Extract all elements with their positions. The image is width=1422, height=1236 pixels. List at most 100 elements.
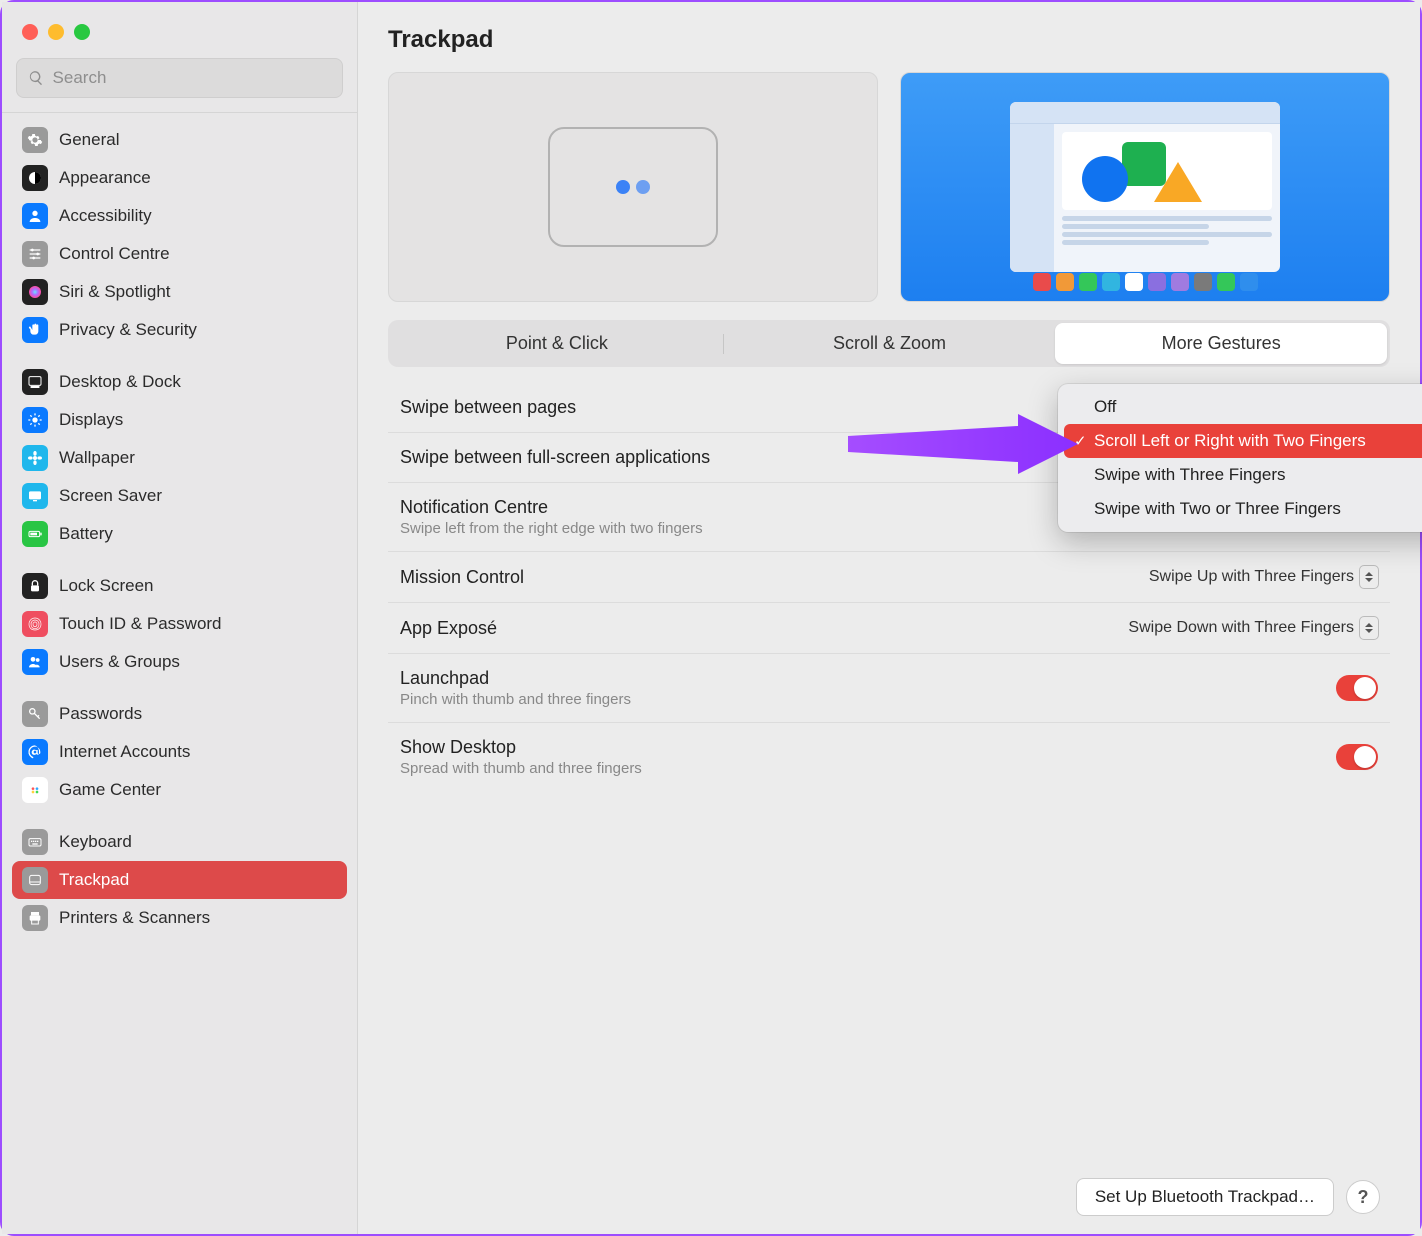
sidebar-item-lock-screen[interactable]: Lock Screen	[12, 567, 347, 605]
sidebar-item-general[interactable]: General	[12, 121, 347, 159]
close-icon[interactable]	[22, 24, 38, 40]
sidebar-item-label: Desktop & Dock	[59, 372, 181, 392]
dropdown-option[interactable]: Swipe with Three Fingers	[1064, 458, 1422, 492]
chevron-updown-icon	[1360, 617, 1378, 639]
desktop-preview	[900, 72, 1390, 302]
toggle[interactable]	[1336, 744, 1378, 770]
sidebar-item-label: Users & Groups	[59, 652, 180, 672]
dropdown-option[interactable]: Swipe with Two or Three Fingers	[1064, 492, 1422, 526]
sidebar-item-battery[interactable]: Battery	[12, 515, 347, 553]
help-button[interactable]: ?	[1346, 1180, 1380, 1214]
tab-bar: Point & ClickScroll & ZoomMore Gestures	[388, 320, 1390, 367]
sidebar-item-label: Screen Saver	[59, 486, 162, 506]
finger-icon	[22, 611, 48, 637]
setting-mission-control: Mission ControlSwipe Up with Three Finge…	[388, 552, 1390, 603]
sidebar-item-label: Wallpaper	[59, 448, 135, 468]
sidebar-item-trackpad[interactable]: Trackpad	[12, 861, 347, 899]
battery-icon	[22, 521, 48, 547]
page-title: Trackpad	[388, 26, 1390, 54]
fullscreen-icon[interactable]	[74, 24, 90, 40]
setting-label: Mission Control	[400, 567, 1149, 588]
siri-icon	[22, 279, 48, 305]
setting-label: Launchpad	[400, 668, 1336, 689]
at-icon	[22, 739, 48, 765]
sun-icon	[22, 407, 48, 433]
printer-icon	[22, 905, 48, 931]
minimize-icon[interactable]	[48, 24, 64, 40]
sidebar-item-printers-scanners[interactable]: Printers & Scanners	[12, 899, 347, 937]
window-controls	[2, 14, 357, 58]
trackpad-demo-icon	[548, 127, 718, 247]
sidebar-item-passwords[interactable]: Passwords	[12, 695, 347, 733]
sidebar-item-label: Privacy & Security	[59, 320, 197, 340]
screen-icon	[22, 483, 48, 509]
sidebar-nav: General Appearance Accessibility Control Ce…	[2, 113, 357, 951]
sidebar-item-touch-id-password[interactable]: Touch ID & Password	[12, 605, 347, 643]
sidebar-item-label: Printers & Scanners	[59, 908, 210, 928]
sidebar-item-label: Trackpad	[59, 870, 129, 890]
sidebar-item-accessibility[interactable]: Accessibility	[12, 197, 347, 235]
sidebar-item-displays[interactable]: Displays	[12, 401, 347, 439]
sidebar-item-label: Displays	[59, 410, 123, 430]
trackpad-icon	[22, 867, 48, 893]
sidebar-item-screen-saver[interactable]: Screen Saver	[12, 477, 347, 515]
dock-icon	[22, 369, 48, 395]
game-icon	[22, 777, 48, 803]
preview-row	[388, 72, 1390, 302]
search-field[interactable]	[16, 58, 343, 98]
flower-icon	[22, 445, 48, 471]
tab-more-gestures[interactable]: More Gestures	[1055, 323, 1387, 364]
setting-app-expos-: App ExposéSwipe Down with Three Fingers	[388, 603, 1390, 654]
toggle[interactable]	[1336, 675, 1378, 701]
sidebar-item-desktop-dock[interactable]: Desktop & Dock	[12, 363, 347, 401]
chevron-updown-icon	[1360, 566, 1378, 588]
sidebar-item-appearance[interactable]: Appearance	[12, 159, 347, 197]
sidebar-item-internet-accounts[interactable]: Internet Accounts	[12, 733, 347, 771]
setting-label: App Exposé	[400, 618, 1128, 639]
sidebar-item-game-center[interactable]: Game Center	[12, 771, 347, 809]
search-icon	[28, 69, 45, 87]
sidebar-item-label: Appearance	[59, 168, 151, 188]
tab-point-click[interactable]: Point & Click	[391, 323, 723, 364]
sidebar-item-label: Siri & Spotlight	[59, 282, 171, 302]
dropdown-option[interactable]: Off	[1064, 390, 1422, 424]
setting-subtitle: Spread with thumb and three fingers	[400, 760, 1336, 777]
sidebar-item-label: Lock Screen	[59, 576, 154, 596]
swipe-pages-dropdown[interactable]: OffScroll Left or Right with Two Fingers…	[1058, 384, 1422, 532]
sidebar-item-label: Game Center	[59, 780, 161, 800]
tab-scroll-zoom[interactable]: Scroll & Zoom	[724, 323, 1056, 364]
sidebar-item-label: Keyboard	[59, 832, 132, 852]
sidebar-item-users-groups[interactable]: Users & Groups	[12, 643, 347, 681]
select-value[interactable]: Swipe Up with Three Fingers	[1149, 566, 1378, 588]
sidebar-item-control-centre[interactable]: Control Centre	[12, 235, 347, 273]
setting-launchpad: Launchpad Pinch with thumb and three fing…	[388, 654, 1390, 723]
setting-subtitle: Pinch with thumb and three fingers	[400, 691, 1336, 708]
appearance-icon	[22, 165, 48, 191]
sidebar-item-privacy-security[interactable]: Privacy & Security	[12, 311, 347, 349]
sidebar-item-keyboard[interactable]: Keyboard	[12, 823, 347, 861]
hand-icon	[22, 317, 48, 343]
users-icon	[22, 649, 48, 675]
select-value[interactable]: Swipe Down with Three Fingers	[1128, 617, 1378, 639]
gear-icon	[22, 127, 48, 153]
dropdown-option[interactable]: Scroll Left or Right with Two Fingers	[1064, 424, 1422, 458]
dock-icon	[1033, 273, 1258, 291]
sidebar-item-siri-spotlight[interactable]: Siri & Spotlight	[12, 273, 347, 311]
sidebar-item-label: Battery	[59, 524, 113, 544]
setting-label: Show Desktop	[400, 737, 1336, 758]
key-icon	[22, 701, 48, 727]
main-pane: Trackpad Point & ClickScrol	[358, 2, 1420, 1234]
setup-bluetooth-button[interactable]: Set Up Bluetooth Trackpad…	[1076, 1178, 1334, 1216]
sliders-icon	[22, 241, 48, 267]
sidebar-item-wallpaper[interactable]: Wallpaper	[12, 439, 347, 477]
trackpad-preview	[388, 72, 878, 302]
search-input[interactable]	[53, 68, 331, 88]
sidebar-item-label: Touch ID & Password	[59, 614, 222, 634]
person-icon	[22, 203, 48, 229]
lock-icon	[22, 573, 48, 599]
footer-bar: Set Up Bluetooth Trackpad… ?	[388, 1160, 1390, 1234]
sidebar-item-label: Accessibility	[59, 206, 152, 226]
sidebar-item-label: Internet Accounts	[59, 742, 190, 762]
keyboard-icon	[22, 829, 48, 855]
sidebar-item-label: General	[59, 130, 119, 150]
